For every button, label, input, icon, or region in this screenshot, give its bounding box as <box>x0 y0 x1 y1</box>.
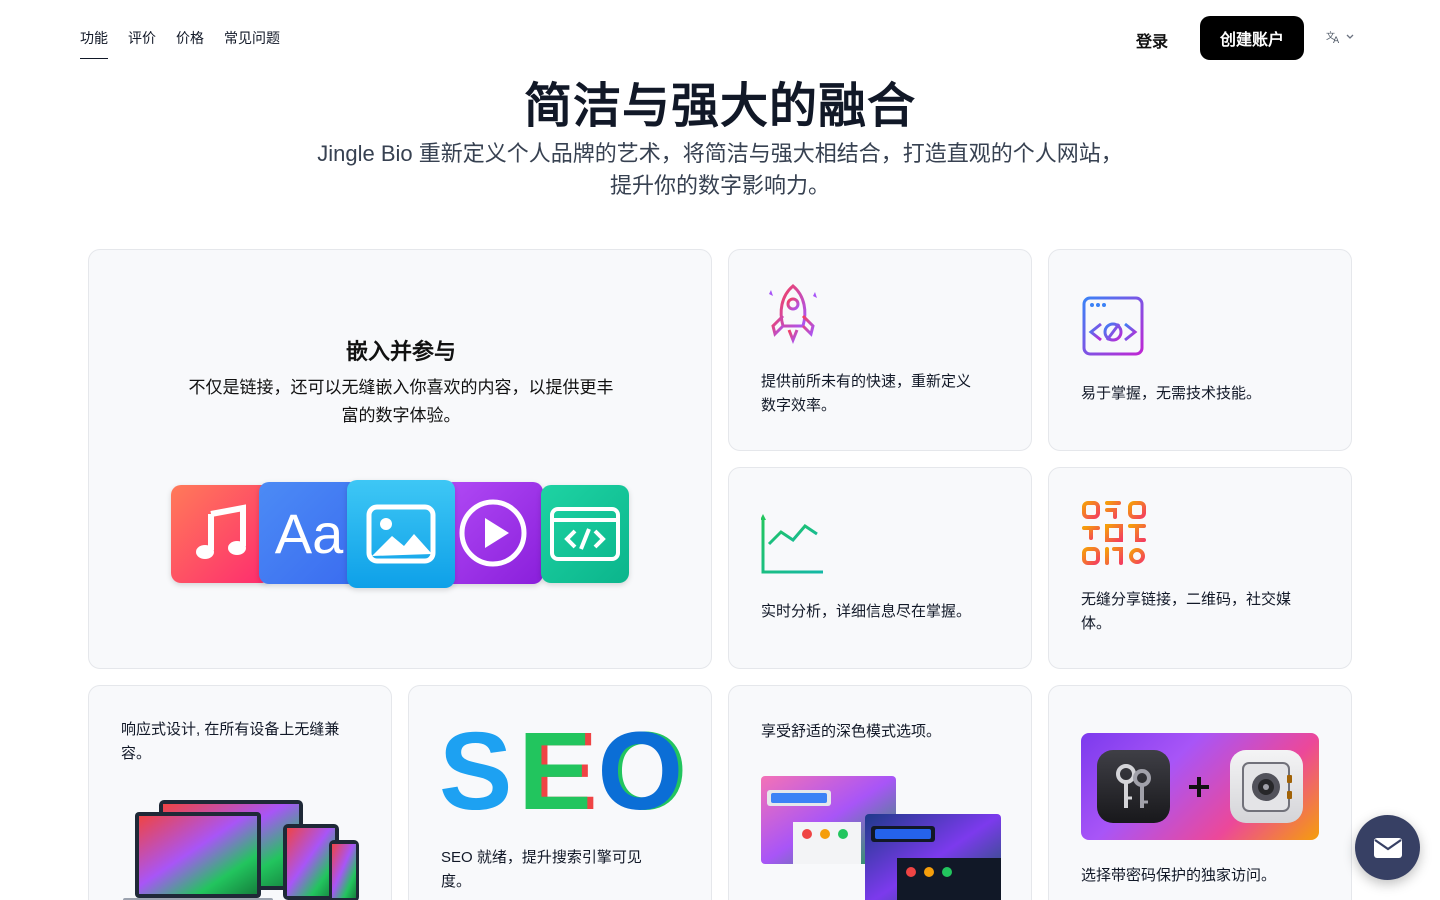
svg-text:A: A <box>1333 36 1340 44</box>
language-selector[interactable]: 文 A <box>1326 30 1354 44</box>
feature-card-share: 无缝分享链接，二维码，社交媒 体。 <box>1048 467 1352 669</box>
chevron-down-icon <box>1346 34 1354 39</box>
embed-desc-line-2: 富的数字体验。 <box>341 406 461 425</box>
code-icon <box>550 507 620 561</box>
music-tile <box>171 485 271 583</box>
code-window-icon <box>1082 296 1144 356</box>
embed-desc-line-1: 不仅是链接，还可以无缝嵌入你喜欢的内容，以提供更丰 <box>188 378 614 397</box>
seo-text-line-1: SEO 就绪，提升搜索引擎可见 <box>441 849 642 866</box>
keys-icon <box>1115 763 1151 808</box>
font-tile: Aa <box>259 482 359 584</box>
keychain-app-icon <box>1097 750 1170 823</box>
analytics-text: 实时分析，详细信息尽在掌握。 <box>761 603 972 620</box>
feature-card-analytics: 实时分析，详细信息尽在掌握。 <box>728 467 1032 669</box>
responsive-text-line-1: 响应式设计, 在所有设备上无缝兼 <box>121 721 340 738</box>
embed-app-tiles: Aa <box>171 480 631 590</box>
password-banner <box>1081 733 1319 840</box>
play-icon <box>459 499 527 567</box>
video-tile <box>443 482 543 584</box>
top-navigation: 功能 评价 价格 常见问题 登录 创建账户 文 A <box>0 0 1440 76</box>
feature-card-password: 选择带密码保护的独家访问。 <box>1048 685 1352 900</box>
hero-subtitle-line-1: Jingle Bio 重新定义个人品牌的艺术，将简洁与强大相结合，打造直观的个人… <box>317 141 1123 166</box>
nav-link-reviews[interactable]: 评价 <box>128 28 156 59</box>
speed-text: 提供前所未有的快速，重新定义 数字效率。 <box>761 370 971 418</box>
feature-card-seo: S E O SEO 就绪，提升搜索引擎可见 度。 <box>408 685 712 900</box>
devices-illustration <box>123 800 359 900</box>
share-text: 无缝分享链接，二维码，社交媒 体。 <box>1081 588 1291 636</box>
seo-text: SEO 就绪，提升搜索引擎可见 度。 <box>441 846 642 894</box>
embed-title: 嵌入并参与 <box>345 339 456 364</box>
nav-link-pricing[interactable]: 价格 <box>176 28 204 59</box>
nav-link-features[interactable]: 功能 <box>80 28 108 59</box>
responsive-text-line-2: 容。 <box>121 745 152 762</box>
feature-card-responsive: 响应式设计, 在所有设备上无缝兼 容。 <box>88 685 392 900</box>
font-tile-text: Aa <box>274 501 344 565</box>
hero-subtitle: Jingle Bio 重新定义个人品牌的艺术，将简洁与强大相结合，打造直观的个人… <box>260 138 1180 202</box>
vault-icon <box>1241 761 1292 812</box>
contact-mail-button[interactable] <box>1355 815 1420 880</box>
seo-letter-o: O <box>597 710 683 833</box>
login-button[interactable]: 登录 <box>1136 28 1168 52</box>
rocket-icon <box>769 284 817 345</box>
nav-link-faq[interactable]: 常见问题 <box>224 28 280 59</box>
feature-card-dark-mode: 享受舒适的深色模式选项。 <box>728 685 1032 900</box>
hero-title: 简洁与强大的融合 <box>523 80 916 133</box>
nav-links: 功能 评价 价格 常见问题 <box>80 28 280 59</box>
seo-logo: S E O <box>439 710 683 833</box>
share-text-line-2: 体。 <box>1081 615 1112 632</box>
image-icon <box>366 504 436 564</box>
hero-subtitle-line-2: 提升你的数字影响力。 <box>609 173 830 198</box>
dark-mode-illustration <box>761 776 1001 900</box>
bar-chart-icon <box>761 514 823 574</box>
photo-tile <box>347 480 455 588</box>
plus-icon <box>1189 777 1209 797</box>
responsive-text: 响应式设计, 在所有设备上无缝兼 容。 <box>121 718 339 766</box>
seo-letter-s: S <box>439 710 513 833</box>
easy-text: 易于掌握，无需技术技能。 <box>1081 385 1262 402</box>
code-tile <box>541 485 629 583</box>
feature-card-speed: 提供前所未有的快速，重新定义 数字效率。 <box>728 249 1032 451</box>
feature-card-embed: 嵌入并参与 不仅是链接，还可以无缝嵌入你喜欢的内容，以提供更丰 富的数字体验。 … <box>88 249 712 669</box>
feature-card-easy: 易于掌握，无需技术技能。 <box>1048 249 1352 451</box>
speed-text-line-2: 数字效率。 <box>761 397 837 414</box>
create-account-button[interactable]: 创建账户 <box>1200 16 1304 60</box>
password-text: 选择带密码保护的独家访问。 <box>1081 867 1277 884</box>
speed-text-line-1: 提供前所未有的快速，重新定义 <box>761 373 972 390</box>
dark-mode-text: 享受舒适的深色模式选项。 <box>761 723 942 740</box>
translate-icon: 文 A <box>1326 30 1340 44</box>
mail-icon <box>1373 837 1402 858</box>
qr-code-icon <box>1082 501 1146 565</box>
embed-description: 不仅是链接，还可以无缝嵌入你喜欢的内容，以提供更丰 富的数字体验。 <box>169 374 633 430</box>
vault-app-icon <box>1230 750 1303 823</box>
music-note-icon <box>196 504 246 559</box>
share-text-line-1: 无缝分享链接，二维码，社交媒 <box>1081 591 1292 608</box>
seo-letter-e: E <box>518 710 592 833</box>
seo-text-line-2: 度。 <box>441 873 472 890</box>
